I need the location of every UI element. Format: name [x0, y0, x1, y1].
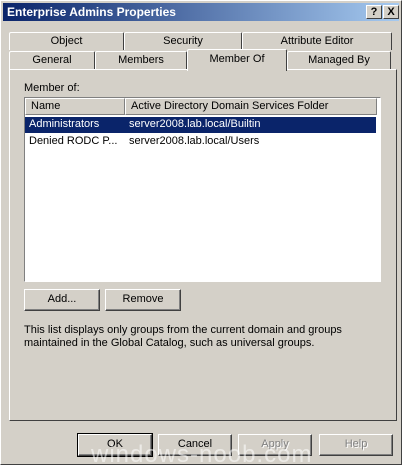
title-bar[interactable]: Enterprise Admins Properties ? X: [3, 3, 399, 21]
cancel-button[interactable]: Cancel: [158, 434, 232, 456]
tab-member-of[interactable]: Member Of: [187, 49, 287, 71]
tab-managed-by[interactable]: Managed By: [287, 51, 391, 69]
tab-label: General: [32, 54, 72, 66]
properties-dialog: Enterprise Admins Properties ? X Object …: [0, 0, 402, 465]
add-button[interactable]: Add...: [24, 289, 100, 311]
description-text: This list displays only groups from the …: [24, 324, 342, 349]
tab-attribute-editor[interactable]: Attribute Editor: [242, 32, 392, 50]
tab-object[interactable]: Object: [9, 32, 124, 50]
member-of-panel: Member of: Name Active Directory Domain …: [9, 69, 397, 421]
help-title-button[interactable]: ?: [366, 5, 382, 19]
column-header-folder[interactable]: Active Directory Domain Services Folder: [125, 98, 377, 115]
tab-label: Member Of: [209, 53, 265, 65]
row-name: Administrators: [29, 118, 100, 130]
window-title: Enterprise Admins Properties: [7, 5, 176, 19]
close-title-button[interactable]: X: [383, 5, 399, 19]
apply-button[interactable]: Apply: [238, 434, 312, 456]
remove-button[interactable]: Remove: [105, 289, 181, 311]
ok-button[interactable]: OK: [77, 433, 153, 457]
tab-label: Attribute Editor: [280, 35, 354, 47]
tab-members[interactable]: Members: [95, 51, 187, 69]
member-of-label: Member of:: [24, 82, 80, 94]
tab-label: Members: [118, 54, 164, 66]
list-header: Name Active Directory Domain Services Fo…: [25, 98, 380, 115]
row-name: Denied RODC P...: [29, 135, 118, 147]
tab-label: Managed By: [308, 54, 370, 66]
tab-label: Security: [163, 35, 203, 47]
help-button[interactable]: Help: [319, 434, 393, 456]
row-folder: server2008.lab.local/Builtin: [129, 118, 261, 130]
tab-security[interactable]: Security: [124, 32, 242, 50]
column-header-name[interactable]: Name: [25, 98, 125, 115]
tab-general[interactable]: General: [9, 51, 95, 69]
row-folder: server2008.lab.local/Users: [129, 135, 260, 147]
table-row[interactable]: Denied RODC P... server2008.lab.local/Us…: [25, 134, 376, 150]
table-row[interactable]: Administrators server2008.lab.local/Buil…: [25, 117, 376, 133]
tab-label: Object: [50, 35, 83, 47]
groups-list[interactable]: Name Active Directory Domain Services Fo…: [24, 97, 381, 282]
